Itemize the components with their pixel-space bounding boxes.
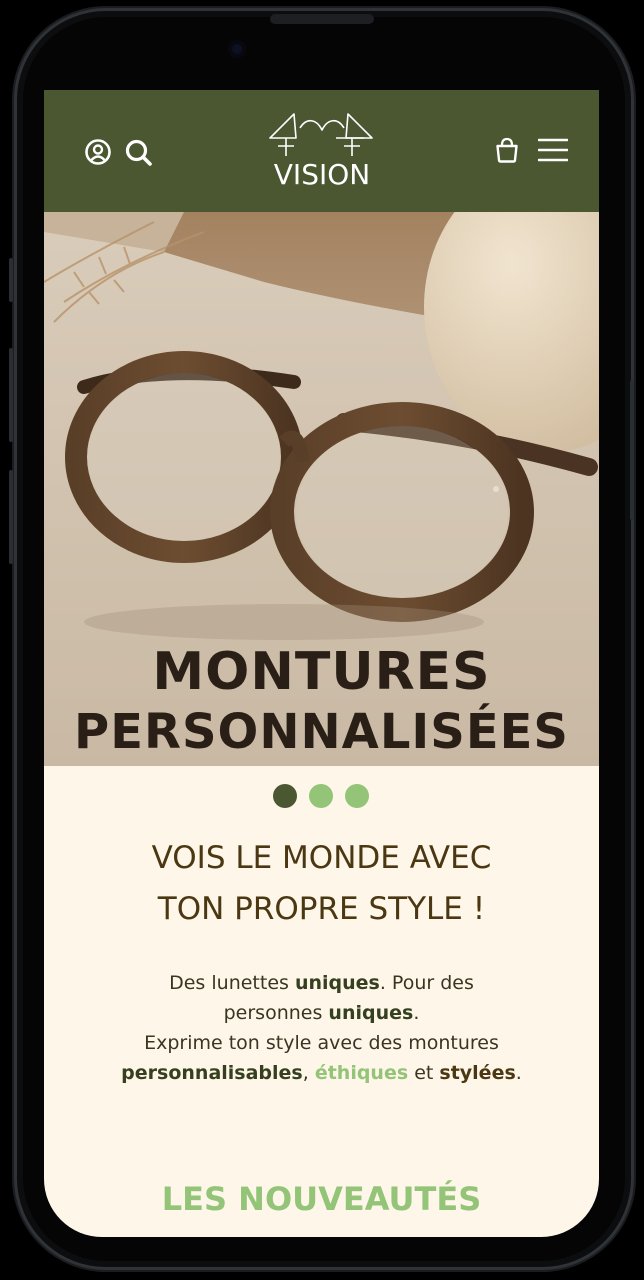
highlight-ethical: éthiques	[314, 1062, 409, 1084]
carousel-dot-3[interactable]	[345, 784, 369, 808]
hero-title-line-1: MONTURES	[152, 642, 491, 702]
highlight-unique: uniques	[294, 972, 380, 994]
intro-text: Des lunettes	[169, 972, 295, 994]
vision-logo[interactable]: VISION	[266, 108, 378, 194]
intro-line-3: Exprime ton style avec des montures	[144, 1032, 499, 1054]
intro-text: personnes	[223, 1002, 329, 1024]
search-icon[interactable]	[124, 138, 154, 168]
account-icon[interactable]	[84, 138, 112, 166]
hero-title-line-2: PERSONNALISÉES	[74, 704, 569, 760]
intro-line-4: personnalisables, éthiques et stylées.	[104, 1058, 539, 1088]
intro-text: .	[413, 1002, 420, 1024]
mute-switch	[9, 258, 13, 302]
new-arrivals-heading: LES NOUVEAUTÉS	[161, 1180, 482, 1218]
speaker-grille	[270, 14, 374, 24]
hero-banner[interactable]: MONTURES PERSONNALISÉES	[44, 212, 599, 766]
front-camera	[228, 40, 246, 58]
intro-text: . Pour des	[379, 972, 474, 994]
screen: VISION MONTURES PERSONNALISÉES VOIS LE M…	[44, 90, 599, 1237]
headline-line-2: TON PROPRE STYLE !	[157, 891, 486, 927]
volume-down-button	[9, 470, 13, 564]
carousel-indicators	[273, 784, 373, 810]
logo-text: VISION	[273, 158, 371, 191]
intro-paragraph: Des lunettes uniques. Pour des personnes…	[104, 968, 539, 1088]
headline-line-1: VOIS LE MONDE AVEC	[151, 840, 492, 876]
intro-line-1: Des lunettes uniques. Pour des	[104, 968, 539, 998]
cart-icon[interactable]	[495, 136, 519, 164]
intro-text: .	[515, 1062, 522, 1084]
intro-text: et	[408, 1062, 440, 1084]
intro-text: ,	[302, 1062, 315, 1084]
top-nav-bar: VISION	[44, 90, 599, 212]
power-button	[630, 380, 634, 520]
menu-icon[interactable]	[537, 137, 569, 163]
intro-line-2: personnes uniques.	[104, 998, 539, 1028]
highlight-customizable: personnalisables	[121, 1062, 303, 1084]
carousel-dot-1[interactable]	[273, 784, 297, 808]
highlight-stylish: stylées	[439, 1062, 516, 1084]
volume-up-button	[9, 348, 13, 442]
highlight-unique: uniques	[328, 1002, 414, 1024]
carousel-dot-2[interactable]	[309, 784, 333, 808]
